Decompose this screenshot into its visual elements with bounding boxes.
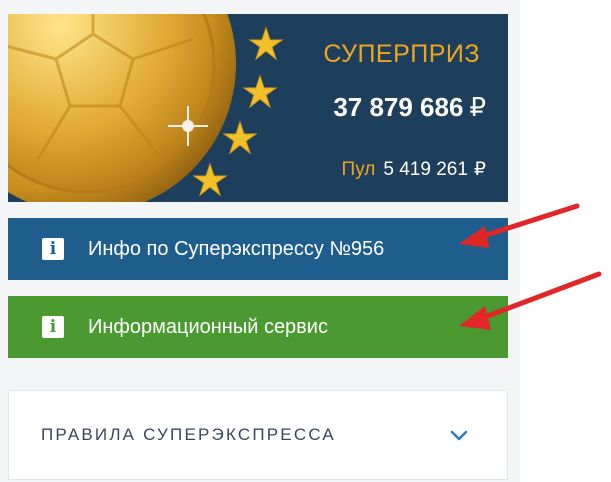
superexpress-info-label: Инфо по Суперэкспрессу №956 [88, 237, 385, 260]
info-icon: i [42, 238, 64, 260]
currency-symbol: ₽ [473, 159, 486, 180]
superprize-amount-value: 37 879 686 [333, 92, 464, 122]
currency-symbol: ₽ [469, 92, 486, 122]
superprize-title: СУПЕРПРИЗ [323, 40, 480, 68]
information-service-label: Информационный сервис [88, 315, 328, 338]
superprize-amount: 37 879 686 ₽ [333, 92, 486, 123]
pool-amount-value: 5 419 261 [383, 159, 468, 180]
gold-coin-image [8, 14, 284, 202]
info-icon: i [42, 316, 64, 338]
rules-accordion[interactable]: ПРАВИЛА СУПЕРЭКСПРЕССА [8, 390, 508, 480]
pool-amount: Пул 5 419 261 ₽ [342, 158, 486, 181]
superexpress-info-button[interactable]: i Инфо по Суперэкспрессу №956 [8, 218, 508, 280]
information-service-button[interactable]: i Информационный сервис [8, 296, 508, 358]
superprize-banner[interactable]: СУПЕРПРИЗ 37 879 686 ₽ Пул 5 419 261 ₽ [8, 14, 508, 202]
pool-label: Пул [341, 159, 376, 180]
chevron-down-icon[interactable] [449, 428, 469, 442]
rules-label: ПРАВИЛА СУПЕРЭКСПРЕССА [41, 425, 336, 444]
sidebar-panel: СУПЕРПРИЗ 37 879 686 ₽ Пул 5 419 261 ₽ i Ин… [0, 0, 520, 482]
